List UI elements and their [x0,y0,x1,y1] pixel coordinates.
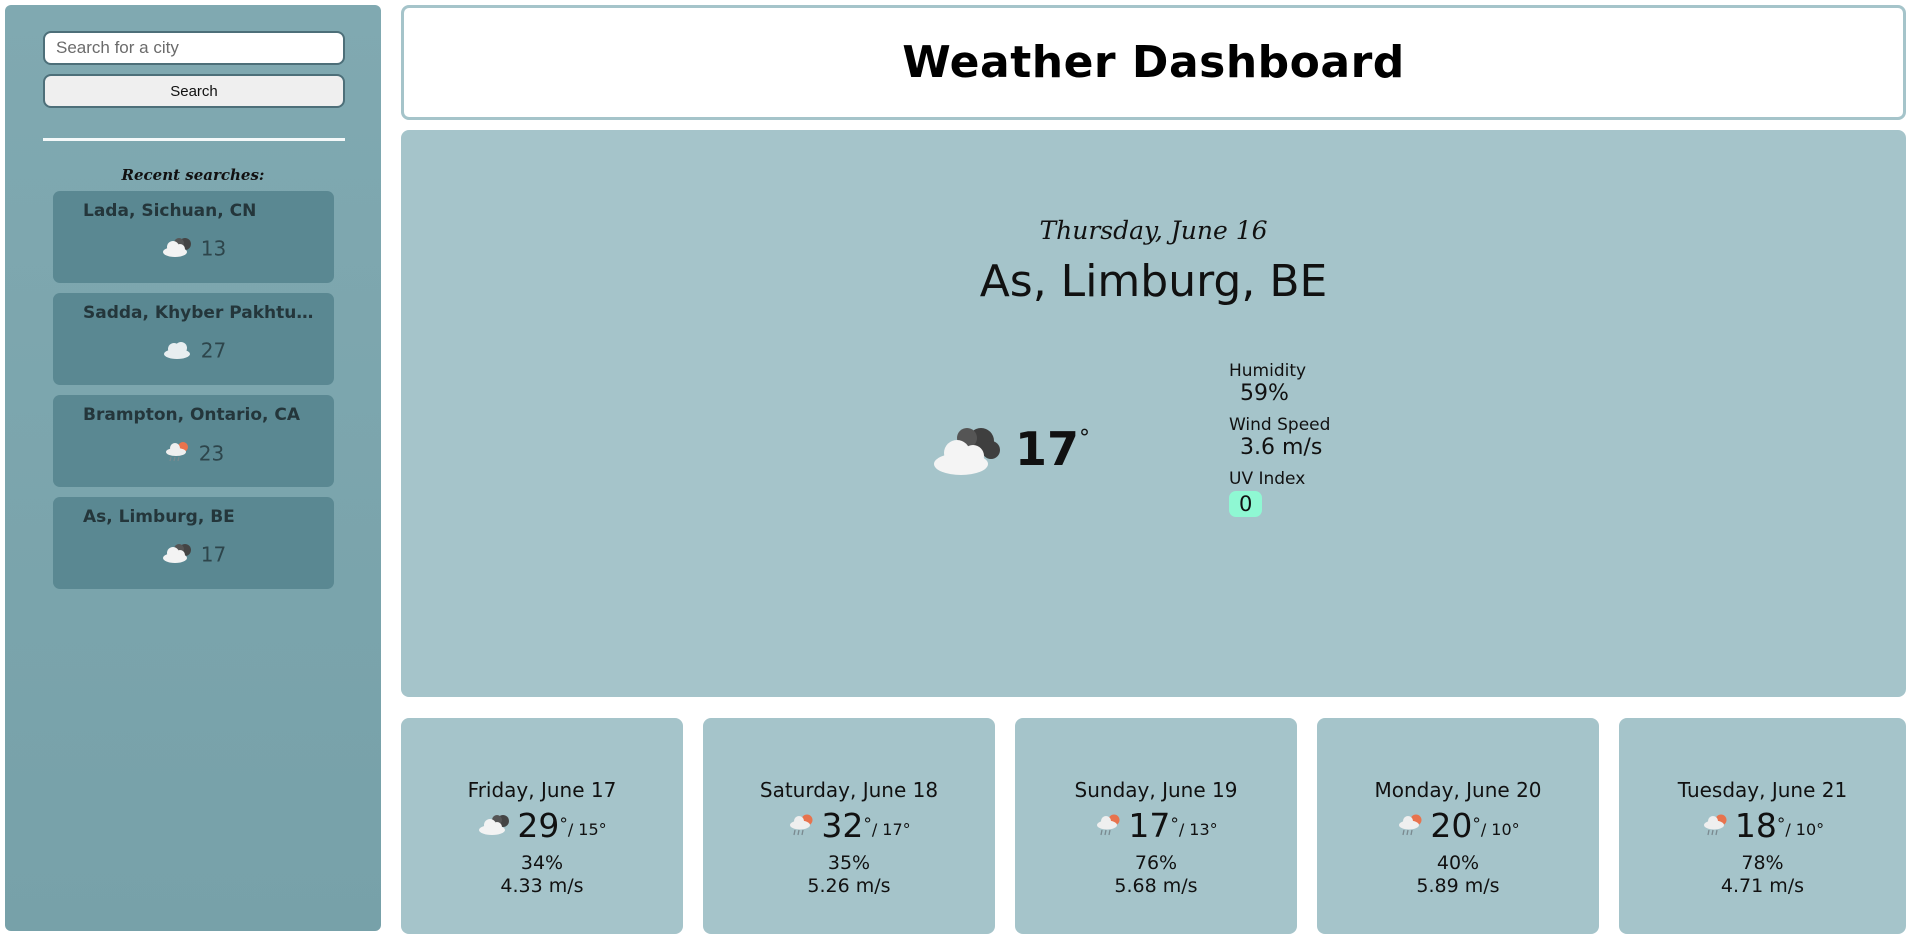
forecast-date: Monday, June 20 [1374,778,1542,802]
divider [43,138,345,141]
current-stats: Humidity 59% Wind Speed 3.6 m/s UV Index… [1229,361,1330,517]
forecast-humidity: 34% [520,852,564,874]
recent-searches-title: Recent searches: [121,166,265,184]
humidity-value: 59% [1240,381,1289,406]
forecast-high: 18° [1734,806,1786,845]
sun-rain-icon [787,810,817,842]
forecast-low: / 13° [1178,820,1218,839]
sun-rain-icon [1094,810,1124,842]
cloudy-icon [929,422,1005,482]
forecast-humidity: 35% [827,852,871,874]
forecast-humidity: 76% [1134,852,1178,874]
forecast-high: 17° [1128,806,1179,845]
cloudy-icon [161,234,195,263]
page-title: Weather Dashboard [902,37,1405,88]
forecast-humidity: 78% [1741,852,1784,874]
forecast-card: Saturday, June 18 32°/ 17° 35% 5.26 m/s [703,718,995,934]
forecast-wind: 5.68 m/s [1114,875,1198,897]
wind-speed-value: 3.6 m/s [1240,435,1323,460]
sun-rain-icon [1396,810,1426,842]
forecast-wind: 4.33 m/s [500,875,584,897]
forecast-card: Friday, June 17 29°/ 15° 34% 4.33 m/s [401,718,683,934]
recent-search-item[interactable]: Sadda, Khyber Pakhtunkhwa, PK 27 [53,293,334,385]
forecast-card: Monday, June 20 20°/ 10° 40% 5.89 m/s [1317,718,1599,934]
recent-search-item[interactable]: As, Limburg, BE 17 [53,497,334,589]
recent-temp-row: 23 [53,438,334,469]
forecast-temp-row: 20°/ 10° [1317,806,1599,845]
recent-search-item[interactable]: Brampton, Ontario, CA 23 [53,395,334,487]
forecast-low: / 15° [567,820,607,839]
current-city: As, Limburg, BE [979,256,1328,307]
header: Weather Dashboard [401,5,1906,120]
recent-temp: 17 [200,542,227,567]
search-input[interactable] [43,31,345,65]
recent-temp-row: 17 [53,540,334,569]
forecast-temp-row: 32°/ 17° [703,806,995,845]
forecast-temp-row: 29°/ 15° [401,806,683,845]
recent-temp: 13 [200,236,227,261]
forecast-wind: 5.26 m/s [807,875,891,897]
forecast-high: 20° [1430,806,1481,845]
recent-city-name: As, Limburg, BE [83,507,235,527]
recent-temp: 23 [198,441,225,466]
uv-index-badge: 0 [1229,491,1263,517]
forecast-wind: 4.71 m/s [1720,875,1805,897]
forecast-low: / 17° [871,820,911,839]
forecast-high: 29° [517,806,568,845]
current-date: Thursday, June 16 [1039,216,1268,245]
current-weather-panel: Thursday, June 16 As, Limburg, BE 17° Hu… [401,130,1906,697]
forecast-card: Sunday, June 19 17°/ 13° 76% 5.68 m/s [1015,718,1297,934]
sidebar: Search Recent searches: Lada, Sichuan, C… [5,5,381,931]
recent-temp-row: 13 [53,234,334,263]
current-temp: 17° [1015,422,1091,476]
forecast-low: / 10° [1480,820,1520,839]
forecast-card: Tuesday, June 21 18°/ 10° 78% 4.71 m/s [1619,718,1906,934]
recent-temp-row: 27 [53,336,334,365]
cloudy-icon [161,540,195,569]
cloud-icon [161,336,195,365]
humidity-label: Humidity [1229,361,1307,381]
forecast-low: / 10° [1785,820,1825,839]
forecast-wind: 5.89 m/s [1416,875,1500,897]
forecast-date: Tuesday, June 21 [1677,778,1848,802]
search-button[interactable]: Search [43,74,345,108]
recent-city-name: Sadda, Khyber Pakhtunkhwa, PK [83,303,315,323]
cloudy-icon [477,811,513,841]
uv-index-label: UV Index [1229,469,1306,489]
forecast-date: Saturday, June 18 [759,778,939,802]
forecast-temp-row: 18°/ 10° [1619,806,1906,845]
wind-speed-label: Wind Speed [1229,415,1331,435]
forecast-temp-row: 17°/ 13° [1015,806,1297,845]
forecast-high: 32° [821,806,872,845]
forecast-date: Friday, June 17 [467,778,617,802]
recent-temp: 27 [200,338,227,363]
sun-rain-icon [1701,810,1731,842]
forecast-humidity: 40% [1436,852,1480,874]
recent-city-name: Lada, Sichuan, CN [83,201,257,221]
recent-city-name: Brampton, Ontario, CA [83,405,301,425]
forecast-date: Sunday, June 19 [1074,778,1238,802]
recent-search-item[interactable]: Lada, Sichuan, CN 13 [53,191,334,283]
sun-rain-icon [163,438,193,469]
